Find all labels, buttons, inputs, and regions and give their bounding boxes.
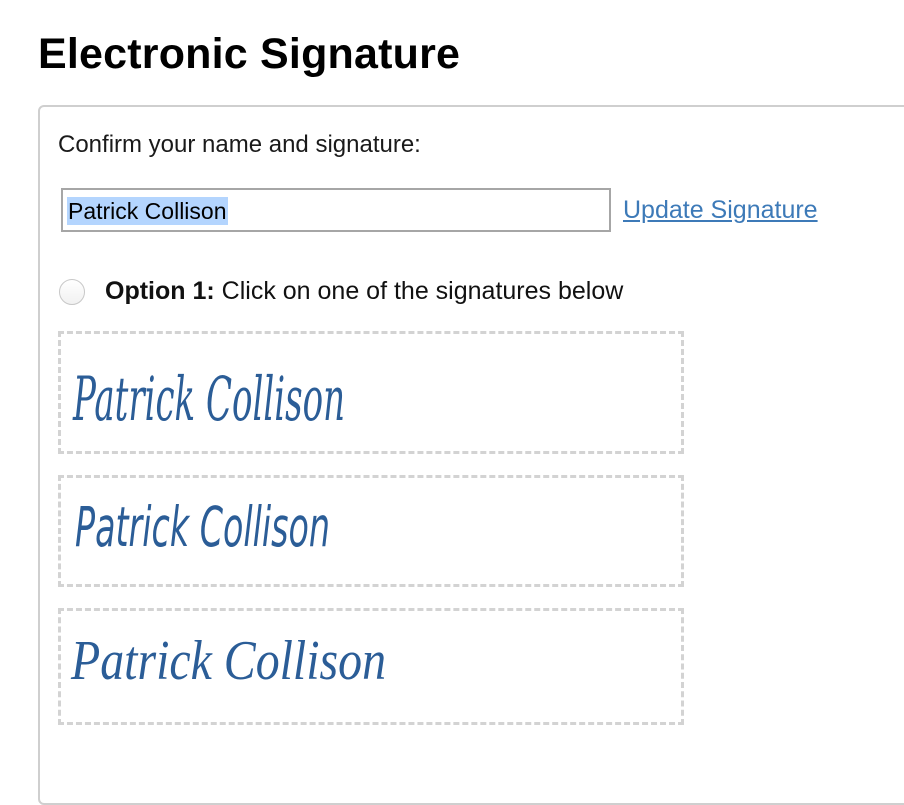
name-input[interactable] [61,188,611,232]
signature-option-2[interactable]: Patrick Collison [58,475,684,587]
signature-2-graphic: Patrick Collison [75,496,330,560]
signature-panel: Confirm your name and signature: Patrick… [38,105,904,805]
option-1-label: Option 1: [105,277,215,305]
signature-1-text: Patrick Collison [72,365,345,436]
option-1-row[interactable]: Option 1: Click on one of the signatures… [59,277,623,306]
signature-option-1[interactable]: Patrick Collison [58,331,684,454]
signature-option-3[interactable]: Patrick Collison [58,608,684,725]
option-1-description: Click on one of the signatures below [214,277,624,305]
signature-1-graphic: Patrick Collison [72,365,345,436]
signature-3-text: Patrick Collison [70,630,386,692]
confirm-prompt: Confirm your name and signature: [58,131,421,158]
page-title: Electronic Signature [38,30,461,78]
update-signature-link[interactable]: Update Signature [623,196,818,225]
option-1-text: Option 1: Click on one of the signatures… [105,277,623,306]
signature-2-text: Patrick Collison [75,496,330,560]
signature-3-graphic: Patrick Collison [70,630,386,692]
option-1-radio[interactable] [59,278,85,305]
